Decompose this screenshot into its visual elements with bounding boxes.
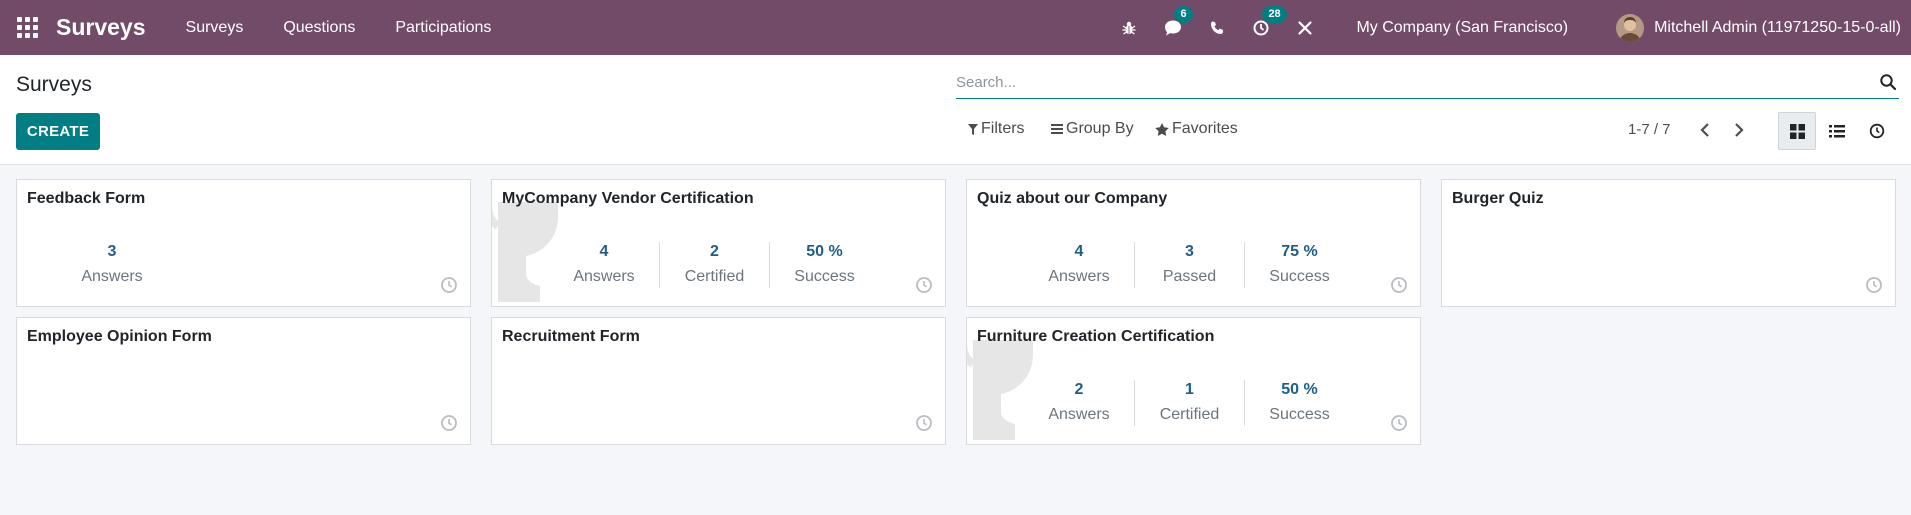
avatar	[1616, 13, 1645, 42]
survey-stat-certified[interactable]: 1 Certified	[1134, 380, 1244, 426]
stat-label: Certified	[1159, 406, 1220, 423]
group-by-button[interactable]: Group By	[1051, 120, 1134, 138]
survey-card[interactable]: Feedback Form 3 Answers	[16, 179, 471, 307]
survey-stat-success[interactable]: 50 % Success	[769, 242, 879, 288]
systray: 6 28 My Company (San Francisco) Mitchell…	[1118, 0, 1911, 55]
app-menu-icon[interactable]	[16, 17, 38, 39]
list-view-icon[interactable]	[1818, 112, 1856, 150]
favorites-button[interactable]: Favorites	[1155, 120, 1238, 138]
stat-value[interactable]: 50 %	[1245, 380, 1354, 404]
create-button[interactable]: CREATE	[16, 113, 100, 150]
stat-value[interactable]: 1	[1135, 380, 1244, 404]
survey-card-title[interactable]: Quiz about our Company	[977, 190, 1167, 208]
company-switcher[interactable]: My Company (San Francisco)	[1356, 19, 1568, 37]
filter-icon	[968, 123, 978, 135]
stat-label: Answers	[573, 268, 635, 285]
activity-view-icon[interactable]	[1858, 112, 1896, 150]
app-brand[interactable]: Surveys	[56, 14, 146, 41]
stat-value[interactable]: 4	[1024, 242, 1134, 266]
activity-clock-icon[interactable]	[440, 276, 458, 294]
stat-label: Success	[794, 268, 855, 285]
survey-stat-answers[interactable]: 3 Answers	[57, 242, 167, 288]
menu-item-questions[interactable]: Questions	[283, 19, 355, 37]
survey-card[interactable]: Employee Opinion Form	[16, 317, 471, 445]
control-panel: Surveys CREATE Filters Group By Favorite…	[0, 55, 1911, 165]
stat-label: Success	[1269, 406, 1330, 423]
debug-bug-icon[interactable]	[1118, 17, 1140, 39]
survey-stat-success[interactable]: 75 % Success	[1244, 242, 1354, 288]
group-by-label: Group By	[1066, 120, 1134, 137]
stat-value[interactable]: 3	[57, 242, 167, 266]
activity-clock-icon[interactable]	[1390, 414, 1408, 432]
survey-card-title[interactable]: Employee Opinion Form	[27, 328, 212, 346]
survey-card-title[interactable]: MyCompany Vendor Certification	[502, 190, 754, 208]
survey-stat-certified[interactable]: 2 Certified	[659, 242, 769, 288]
stat-value[interactable]: 50 %	[770, 242, 879, 266]
search-input[interactable]	[956, 69, 1856, 95]
activity-clock-icon[interactable]	[440, 414, 458, 432]
filters-label: Filters	[981, 120, 1025, 137]
stat-value[interactable]: 3	[1135, 242, 1244, 266]
survey-stat-answers[interactable]: 2 Answers	[1024, 380, 1134, 426]
stat-value[interactable]: 2	[660, 242, 769, 266]
top-navbar: Surveys Surveys Questions Participations…	[0, 0, 1911, 55]
stat-label: Passed	[1162, 268, 1217, 285]
survey-stat-success[interactable]: 50 % Success	[1244, 380, 1354, 426]
stat-value[interactable]: 75 %	[1245, 242, 1354, 266]
activity-clock-icon[interactable]	[1390, 276, 1408, 294]
list-lines-icon	[1051, 124, 1063, 134]
activity-clock-icon[interactable]	[915, 276, 933, 294]
survey-stats: 2 Answers 1 Certified 50 % Success	[1024, 380, 1354, 426]
stat-value[interactable]: 2	[1024, 380, 1134, 404]
survey-card[interactable]: Recruitment Form	[491, 317, 946, 445]
user-menu[interactable]: Mitchell Admin (11971250-15-0-all)	[1616, 13, 1901, 42]
messages-badge: 6	[1174, 5, 1193, 23]
menu-item-surveys[interactable]: Surveys	[186, 19, 244, 37]
survey-card[interactable]: MyCompany Vendor Certification 4 Answers 2 C…	[491, 179, 946, 307]
stat-label: Answers	[81, 268, 143, 285]
filters-button[interactable]: Filters	[968, 120, 1025, 138]
pager-previous-icon[interactable]	[1694, 119, 1716, 141]
stat-label: Answers	[1048, 268, 1110, 285]
menu-item-participations[interactable]: Participations	[395, 19, 491, 37]
stat-label: Answers	[1048, 406, 1110, 423]
kanban-view-icon[interactable]	[1778, 112, 1816, 150]
search-bar	[956, 65, 1899, 99]
activities-badge: 28	[1262, 5, 1287, 23]
survey-stat-answers[interactable]: 4 Answers	[1024, 242, 1134, 288]
stat-value[interactable]: 4	[549, 242, 659, 266]
survey-stats: 4 Answers 3 Passed 75 % Success	[1024, 242, 1354, 288]
survey-stat-passed[interactable]: 3 Passed	[1134, 242, 1244, 288]
survey-stats: 3 Answers	[57, 242, 167, 288]
survey-stat-answers[interactable]: 4 Answers	[549, 242, 659, 288]
survey-stats: 4 Answers 2 Certified 50 % Success	[549, 242, 879, 288]
survey-card[interactable]: Quiz about our Company 4 Answers 3 Passed 75 …	[966, 179, 1421, 307]
survey-card-title[interactable]: Furniture Creation Certification	[977, 328, 1214, 346]
survey-card-title[interactable]: Recruitment Form	[502, 328, 640, 346]
stat-label: Certified	[684, 268, 745, 285]
activities-clock-icon[interactable]: 28	[1250, 5, 1287, 39]
activity-clock-icon[interactable]	[1865, 276, 1883, 294]
tools-icon[interactable]	[1294, 17, 1316, 39]
star-icon	[1155, 122, 1169, 136]
pager-value[interactable]: 1-7 / 7	[1628, 121, 1671, 138]
phone-icon[interactable]	[1206, 17, 1228, 39]
survey-card-title[interactable]: Burger Quiz	[1452, 190, 1544, 208]
user-name: Mitchell Admin (11971250-15-0-all)	[1654, 18, 1901, 36]
search-icon[interactable]	[1879, 73, 1897, 91]
survey-card[interactable]: Furniture Creation Certification 2 Answers…	[966, 317, 1421, 445]
favorites-label: Favorites	[1172, 120, 1238, 137]
survey-card[interactable]: Burger Quiz	[1441, 179, 1896, 307]
pager-next-icon[interactable]	[1728, 119, 1750, 141]
activity-clock-icon[interactable]	[915, 414, 933, 432]
messages-icon[interactable]: 6	[1162, 5, 1193, 39]
survey-card-title[interactable]: Feedback Form	[27, 190, 145, 208]
stat-label: Success	[1269, 268, 1330, 285]
page-title: Surveys	[16, 73, 92, 96]
